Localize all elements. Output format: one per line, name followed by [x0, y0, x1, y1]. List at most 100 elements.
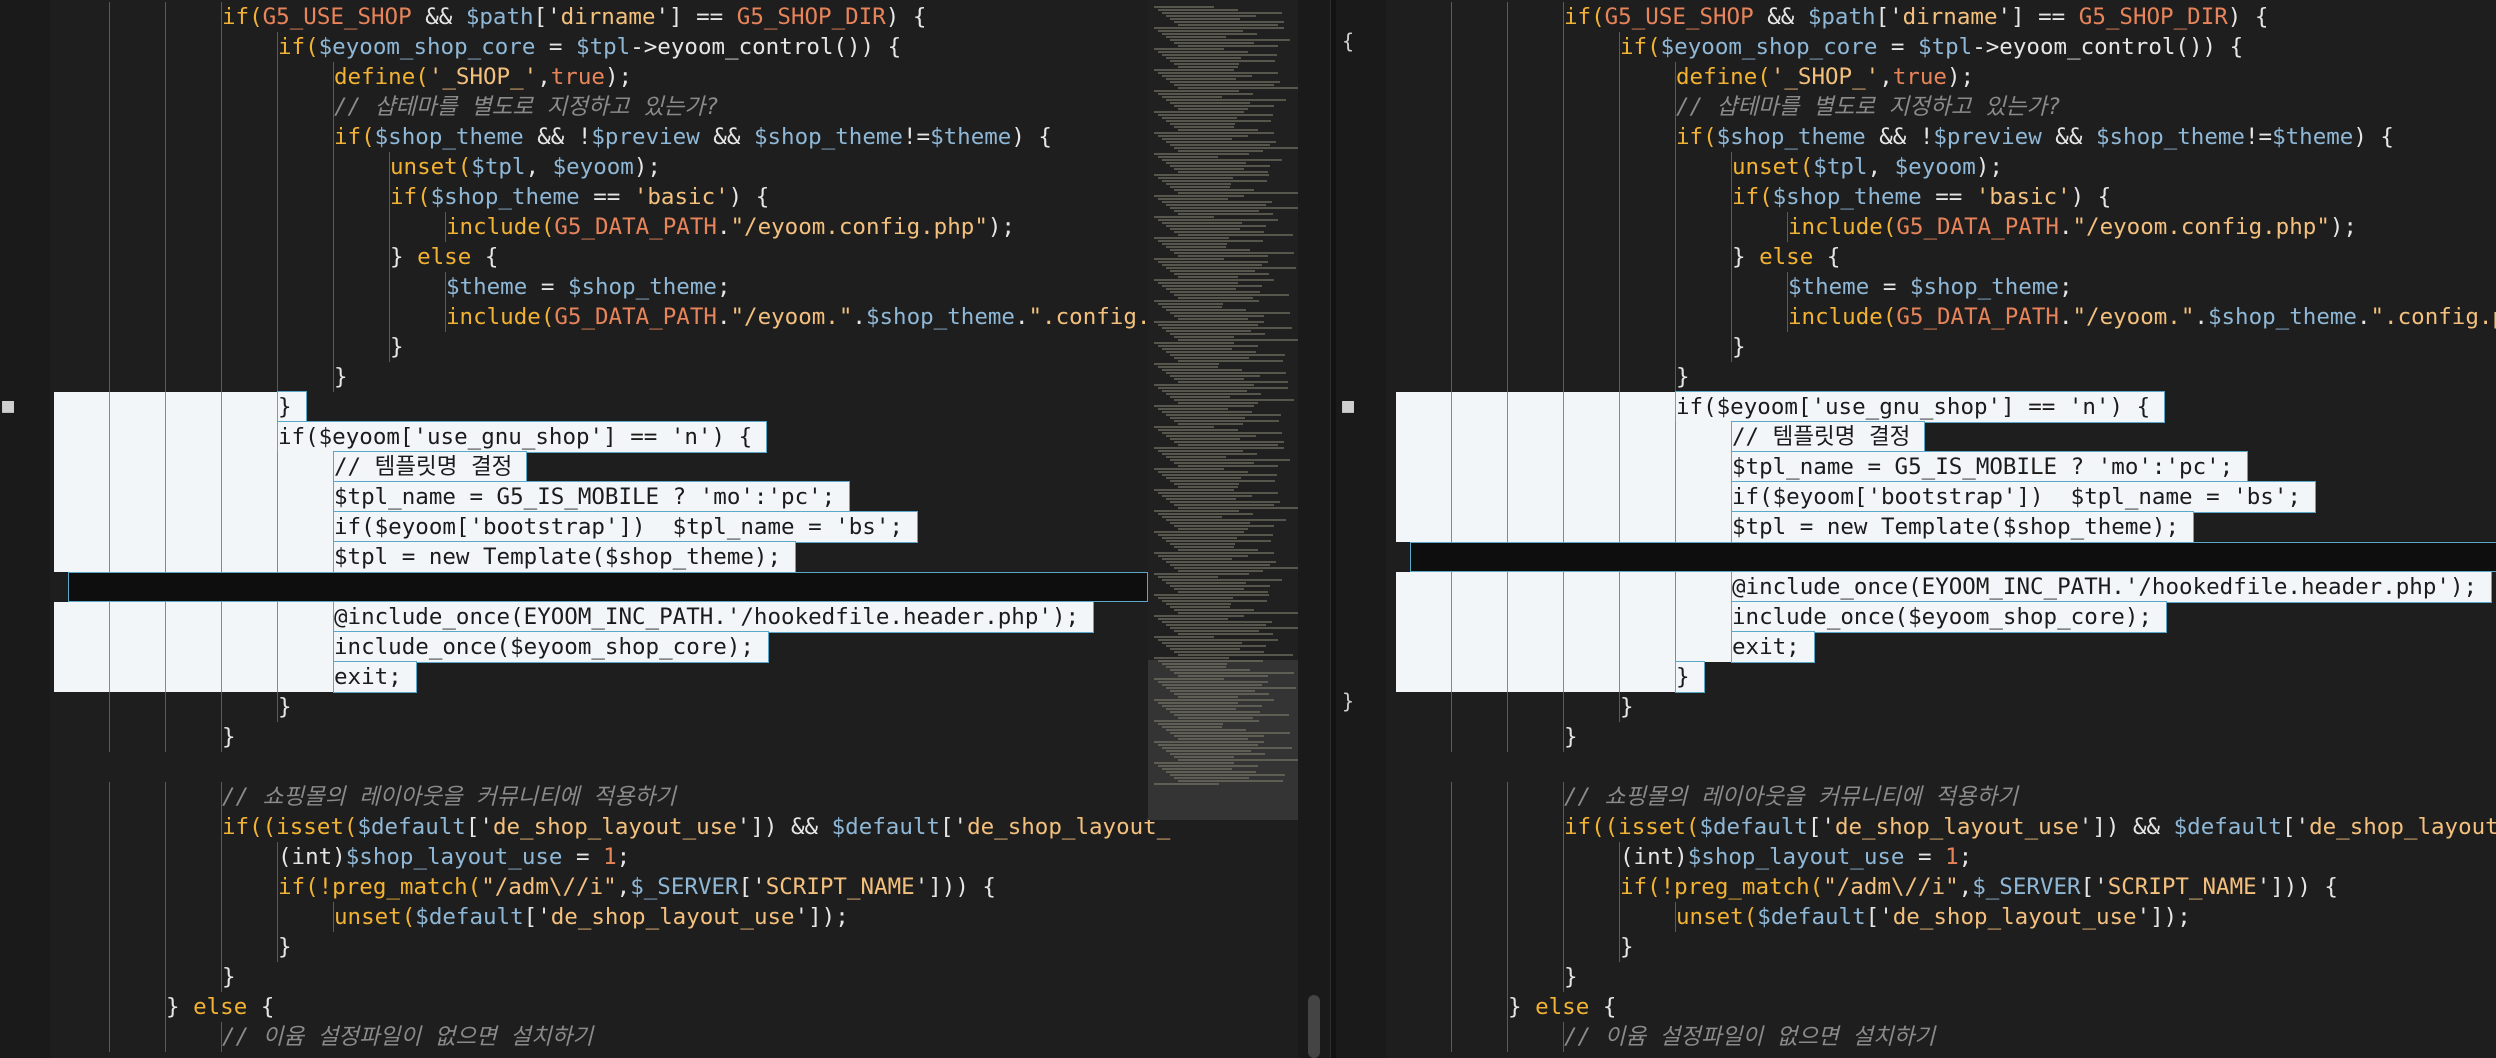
right-editor-pane[interactable]: { ■ } if(G5_USE_SHOP && $path['dirname']…: [1336, 0, 2496, 1058]
code-line[interactable]: if(G5_USE_SHOP && $path['dirname'] == G5…: [54, 2, 926, 32]
code-line[interactable]: if($shop_theme == 'basic') {: [54, 182, 769, 212]
code-token: if($eyoom['bootstrap']) $tpl_name = 'bs'…: [1732, 484, 2301, 510]
code-line[interactable]: include_once($eyoom_shop_core);: [54, 631, 769, 663]
code-line[interactable]: if($eyoom['use_gnu_shop'] == 'n') {: [1396, 391, 2166, 423]
code-text: unset($default['de_shop_layout_use']);: [1676, 904, 2191, 930]
code-line[interactable]: include(G5_DATA_PATH."/eyoom.config.php"…: [1396, 212, 2357, 242]
code-line[interactable]: } else {: [1396, 242, 1840, 272]
minimap-line: [1158, 219, 1278, 221]
code-line[interactable]: if($eyoom['use_gnu_shop'] == 'n') {: [54, 421, 768, 453]
code-line[interactable]: $tpl_name = G5_IS_MOBILE ? 'mo':'pc';: [54, 481, 851, 513]
code-token: [': [523, 904, 551, 930]
code-line[interactable]: }: [1396, 962, 1578, 992]
code-line[interactable]: define('_SHOP_',true);: [1396, 62, 1974, 92]
code-line[interactable]: unset($default['de_shop_layout_use']);: [54, 902, 849, 932]
minimap-line: [1162, 96, 1222, 98]
code-line[interactable]: }: [54, 391, 307, 423]
code-line[interactable]: define('_SHOP_',true);: [54, 62, 632, 92]
code-line[interactable]: $tpl = new Template($shop_theme);: [54, 541, 797, 573]
code-line[interactable]: if($shop_theme && !$preview && $shop_the…: [1396, 122, 2394, 152]
code-line[interactable]: include(G5_DATA_PATH."/eyoom.".$shop_the…: [54, 302, 1232, 332]
code-line[interactable]: (int)$shop_layout_use = 1;: [54, 842, 630, 872]
minimap-line: [1174, 294, 1289, 296]
code-line[interactable]: }: [54, 692, 292, 722]
code-line[interactable]: (int)$shop_layout_use = 1;: [1396, 842, 1972, 872]
left-code-area[interactable]: if(G5_USE_SHOP && $path['dirname'] == G5…: [0, 0, 1330, 1058]
code-line[interactable]: } else {: [54, 242, 498, 272]
code-line[interactable]: // 쇼핑몰의 레이아웃을 커뮤니티에 적용하기: [54, 782, 676, 812]
code-line[interactable]: $theme = $shop_theme;: [54, 272, 730, 302]
code-line[interactable]: }: [1396, 932, 1634, 962]
code-line[interactable]: }: [54, 962, 236, 992]
code-text: exit;: [1731, 631, 1815, 663]
code-line[interactable]: if((isset($default['de_shop_layout_use']…: [1396, 812, 2496, 842]
code-line[interactable]: exit;: [54, 661, 417, 693]
code-line[interactable]: if(!preg_match("/adm\//i",$_SERVER['SCRI…: [1396, 872, 2338, 902]
code-line[interactable]: if($eyoom['bootstrap']) $tpl_name = 'bs'…: [1396, 481, 2316, 513]
minimap-line: [1158, 135, 1248, 137]
code-line[interactable]: }: [1396, 362, 1690, 392]
minimap-line: [1158, 156, 1218, 158]
code-line[interactable]: if($eyoom_shop_core = $tpl->eyoom_contro…: [1396, 32, 2243, 62]
minimap-line: [1170, 18, 1240, 20]
code-line[interactable]: // 이윰 설정파일이 없으면 설치하기: [1396, 1022, 1935, 1052]
minimap-line: [1170, 648, 1240, 650]
minimap-line: [1170, 312, 1290, 314]
code-line[interactable]: } else {: [54, 992, 274, 1022]
code-line[interactable]: }: [54, 362, 348, 392]
code-line[interactable]: }: [54, 932, 292, 962]
code-line[interactable]: unset($tpl, $eyoom);: [54, 152, 661, 182]
code-line[interactable]: }: [54, 332, 404, 362]
vertical-scrollbar[interactable]: [1298, 0, 1330, 1058]
minimap-line: [1162, 537, 1237, 539]
code-line[interactable]: include_once($eyoom_shop_core);: [1396, 601, 2167, 633]
code-token: if(: [334, 124, 375, 150]
code-line[interactable]: // 샵테마를 별도로 지정하고 있는가?: [54, 92, 719, 122]
code-line[interactable]: @include_once(EYOOM_INC_PATH.'/hookedfil…: [54, 601, 1095, 633]
code-line[interactable]: }: [1396, 692, 1634, 722]
minimap-line: [1166, 267, 1296, 269]
code-line[interactable]: $tpl_name = G5_IS_MOBILE ? 'mo':'pc';: [1396, 451, 2249, 483]
minimap-line: [1158, 471, 1248, 473]
minimap-line: [1166, 771, 1256, 773]
code-line[interactable]: }: [1396, 722, 1578, 752]
code-token: dirname: [560, 4, 656, 30]
code-token: .: [2058, 304, 2073, 330]
code-line[interactable]: exit;: [1396, 631, 1815, 663]
code-line[interactable]: [1410, 542, 2496, 572]
code-line[interactable]: if(G5_USE_SHOP && $path['dirname'] == G5…: [1396, 2, 2268, 32]
code-token: $tpl: [576, 34, 631, 60]
code-line[interactable]: $tpl = new Template($shop_theme);: [1396, 511, 2195, 543]
minimap-line: [1158, 177, 1233, 179]
code-token: );: [2329, 214, 2357, 240]
code-line[interactable]: [68, 572, 1148, 602]
minimap-line: [1170, 144, 1270, 146]
code-line[interactable]: @include_once(EYOOM_INC_PATH.'/hookedfil…: [1396, 571, 2493, 603]
minimap[interactable]: [1148, 0, 1308, 820]
code-line[interactable]: }: [54, 722, 236, 752]
code-line[interactable]: // 이윰 설정파일이 없으면 설치하기: [54, 1022, 593, 1052]
code-line[interactable]: }: [1396, 661, 1705, 693]
code-line[interactable]: // 템플릿명 결정: [54, 451, 528, 483]
code-line[interactable]: if($shop_theme && !$preview && $shop_the…: [54, 122, 1052, 152]
code-line[interactable]: if(!preg_match("/adm\//i",$_SERVER['SCRI…: [54, 872, 996, 902]
code-line[interactable]: unset($default['de_shop_layout_use']);: [1396, 902, 2191, 932]
code-line[interactable]: $theme = $shop_theme;: [1396, 272, 2072, 302]
indent-guides: [54, 962, 222, 992]
code-line[interactable]: // 샵테마를 별도로 지정하고 있는가?: [1396, 92, 2061, 122]
code-line[interactable]: if($eyoom_shop_core = $tpl->eyoom_contro…: [54, 32, 901, 62]
code-line[interactable]: include(G5_DATA_PATH."/eyoom.config.php"…: [54, 212, 1015, 242]
scrollbar-thumb[interactable]: [1308, 995, 1320, 1058]
code-line[interactable]: // 템플릿명 결정: [1396, 421, 1926, 453]
code-line[interactable]: }: [1396, 332, 1746, 362]
code-line[interactable]: unset($tpl, $eyoom);: [1396, 152, 2003, 182]
code-line[interactable]: if($shop_theme == 'basic') {: [1396, 182, 2111, 212]
code-line[interactable]: if($eyoom['bootstrap']) $tpl_name = 'bs'…: [54, 511, 918, 543]
minimap-line: [1162, 12, 1282, 14]
left-editor-pane[interactable]: ■ if(G5_USE_SHOP && $path['dirname'] == …: [0, 0, 1330, 1058]
code-line[interactable]: } else {: [1396, 992, 1616, 1022]
code-line[interactable]: include(G5_DATA_PATH."/eyoom.".$shop_the…: [1396, 302, 2496, 332]
code-line[interactable]: // 쇼핑몰의 레이아웃을 커뮤니티에 적용하기: [1396, 782, 2018, 812]
code-line[interactable]: if((isset($default['de_shop_layout_use']…: [54, 812, 1170, 842]
right-code-area[interactable]: if(G5_USE_SHOP && $path['dirname'] == G5…: [1336, 0, 2496, 1058]
